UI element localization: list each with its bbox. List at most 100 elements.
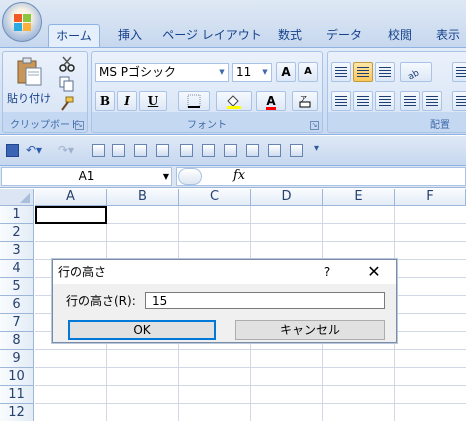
align-top-icon [335,67,347,77]
decrease-indent-icon [404,96,416,106]
row-height-input[interactable] [145,292,385,309]
delete-column-icon[interactable] [224,144,237,157]
column-header-a[interactable]: A [35,189,107,206]
font-color-button[interactable]: A [256,91,286,111]
quick-access-toolbar: ↶▾ ↷▾ ▾ [0,136,466,166]
insert-function-icon[interactable]: fx [233,168,245,183]
row-header[interactable]: 12 [0,404,34,421]
tab-page-layout[interactable]: ページ レイアウト [160,24,264,48]
merge-center-icon [456,96,466,106]
font-launcher-icon[interactable]: ↘ [310,121,319,130]
align-left-button[interactable] [331,91,351,111]
italic-button[interactable]: I [117,91,137,111]
row-header[interactable]: 8 [0,332,34,350]
ribbon-tab-bar: ホーム 挿入 ページ レイアウト 数式 データ 校閲 表示 [0,0,466,48]
column-header-c[interactable]: C [179,189,251,206]
tab-home[interactable]: ホーム [48,24,100,48]
column-header-f[interactable]: F [395,189,466,206]
shrink-font-button[interactable]: A [298,62,318,82]
insert-row-icon[interactable] [156,144,169,157]
tab-formulas[interactable]: 数式 [270,24,310,48]
row-header[interactable]: 3 [0,242,34,260]
font-size-select[interactable]: 11 ▼ [232,63,272,82]
formula-input[interactable] [176,167,466,186]
cut-icon[interactable] [59,56,75,72]
table-icon[interactable] [134,144,147,157]
outside-borders-icon[interactable] [290,144,303,157]
chevron-down-icon: ▼ [162,172,169,181]
undo-icon[interactable]: ↶▾ [26,143,42,157]
align-middle-button[interactable] [353,62,373,82]
help-button[interactable]: ? [320,260,334,284]
merge-center-button[interactable] [452,91,466,111]
row-height-icon[interactable] [246,144,259,157]
redo-icon[interactable]: ↷▾ [58,143,74,157]
align-top-button[interactable] [331,62,351,82]
fill-color-button[interactable] [216,91,252,111]
bold-button[interactable]: B [95,91,115,111]
align-center-button[interactable] [353,91,373,111]
phonetic-button[interactable]: ア [292,91,318,111]
column-header-d[interactable]: D [251,189,323,206]
wrap-text-button[interactable] [452,62,466,82]
format-painter-icon[interactable] [59,96,75,112]
copy-icon[interactable] [59,76,75,92]
row-header[interactable]: 5 [0,278,34,296]
ribbon: 貼り付け クリップボード ↘ MS Pゴシック ▼ 11 ▼ A A B I U [0,47,466,135]
underline-button[interactable]: U [139,91,167,111]
alignment-group-label: 配置 [430,120,450,131]
orientation-icon: ab [406,68,421,82]
chevron-down-icon: ▼ [262,68,268,76]
row-header[interactable]: 11 [0,386,34,404]
tab-view[interactable]: 表示 [430,24,466,48]
row-header[interactable]: 1 [0,206,34,224]
orientation-button[interactable]: ab [400,62,432,83]
row-header[interactable]: 2 [0,224,34,242]
align-bottom-button[interactable] [375,62,395,82]
font-name-value: MS Pゴシック [99,65,177,79]
align-right-icon [379,96,391,106]
increase-indent-button[interactable] [422,91,442,111]
select-all-button[interactable] [0,189,34,206]
chevron-down-icon: ▼ [219,68,225,76]
clipboard-launcher-icon[interactable]: ↘ [75,121,84,130]
tab-review[interactable]: 校閲 [378,24,422,48]
close-button[interactable]: ✕ [362,260,386,284]
all-borders-icon[interactable] [268,144,281,157]
paste-button[interactable]: 貼り付け [7,55,51,111]
row-header[interactable]: 9 [0,350,34,368]
customize-qat-icon[interactable]: ▾ [314,143,319,154]
name-box-value: A1 [78,169,95,183]
cancel-button[interactable]: キャンセル [235,320,385,340]
clipboard-group: 貼り付け クリップボード ↘ [2,51,88,133]
print-preview-icon[interactable] [92,144,105,157]
font-name-select[interactable]: MS Pゴシック ▼ [95,63,229,82]
save-icon[interactable] [6,144,19,157]
active-cell-a1[interactable] [35,206,107,224]
borders-icon [187,94,201,108]
form-icon[interactable] [112,144,125,157]
font-color-letter: A [266,94,276,110]
delete-row-icon[interactable] [202,144,215,157]
row-header[interactable]: 6 [0,296,34,314]
align-right-button[interactable] [375,91,395,111]
ok-button[interactable]: OK [68,320,216,340]
align-center-icon [357,96,369,106]
formula-bar: A1 ▼ fx [0,166,466,188]
formula-resize-handle[interactable] [178,168,202,185]
tab-data[interactable]: データ [320,24,368,48]
tab-insert[interactable]: 挿入 [108,24,152,48]
grow-font-button[interactable]: A [276,62,296,82]
name-box[interactable]: A1 ▼ [1,167,172,186]
row-header[interactable]: 7 [0,314,34,332]
row-header[interactable]: 4 [0,260,34,278]
column-header-e[interactable]: E [323,189,395,206]
align-bottom-icon [379,67,391,77]
column-header-b[interactable]: B [107,189,179,206]
decrease-indent-button[interactable] [400,91,420,111]
svg-text:ab: ab [406,68,421,79]
insert-column-icon[interactable] [180,144,193,157]
office-button[interactable] [2,2,42,42]
borders-button[interactable] [178,91,210,111]
row-header[interactable]: 10 [0,368,34,386]
